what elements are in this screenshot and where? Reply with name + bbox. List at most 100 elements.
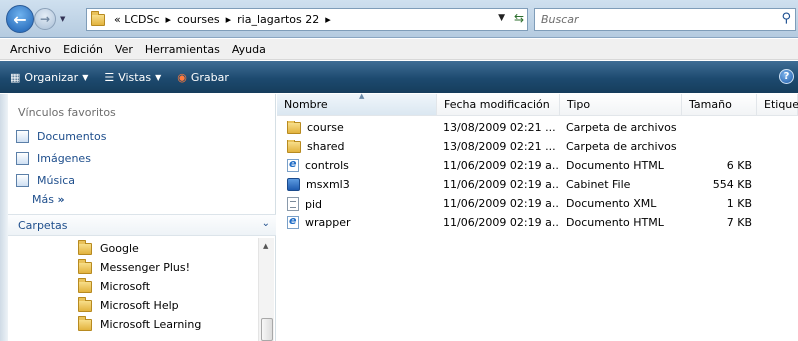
- folders-header[interactable]: Carpetas ⌄: [8, 214, 276, 236]
- column-header-type[interactable]: Tipo: [560, 94, 682, 116]
- file-row[interactable]: pid 11/06/2009 02:19 a... Documento XML …: [277, 195, 798, 214]
- scroll-up-icon[interactable]: ▲: [263, 242, 268, 250]
- folder-icon: [78, 277, 92, 293]
- cabinet-file-icon: [287, 178, 300, 191]
- favorite-label: Imágenes: [37, 152, 91, 165]
- command-bar: ▦ Organizar ▼ ☰ Vistas ▼ ◉ Grabar ?: [0, 61, 798, 93]
- music-icon: [16, 174, 29, 187]
- file-type: Documento HTML: [566, 159, 664, 172]
- column-header-tags[interactable]: Etique: [757, 94, 798, 116]
- forward-button[interactable]: →: [34, 8, 56, 30]
- favorite-link-imagenes[interactable]: Imágenes: [16, 152, 91, 165]
- menu-herramientas[interactable]: Herramientas: [139, 43, 226, 56]
- html-file-icon: [287, 159, 299, 172]
- double-chevron-right-icon: »: [57, 193, 65, 206]
- folder-icon: [287, 121, 301, 134]
- html-file-icon: [287, 216, 299, 229]
- help-icon: ?: [783, 71, 790, 82]
- more-link[interactable]: Más »: [32, 193, 65, 206]
- column-header-size[interactable]: Tamaño: [682, 94, 757, 116]
- file-size: 6 KB: [726, 159, 752, 172]
- file-row[interactable]: msxml3 11/06/2009 02:19 a... Cabinet Fil…: [277, 176, 798, 195]
- address-box[interactable]: « LCDSc ▸ courses ▸ ria_lagartos 22 ▸ ▼ …: [86, 8, 528, 31]
- file-row[interactable]: shared 13/08/2009 02:21 ... Carpeta de a…: [277, 138, 798, 157]
- favorite-link-documentos[interactable]: Documentos: [16, 130, 106, 143]
- folder-icon: [78, 239, 92, 255]
- file-name: shared: [307, 140, 345, 153]
- chevron-down-icon[interactable]: ⌄: [262, 218, 270, 229]
- recent-pages-dropdown[interactable]: ▼: [60, 15, 68, 25]
- arrow-left-icon: ←: [13, 9, 27, 29]
- column-label: Etique: [764, 98, 798, 111]
- tree-item-label: Google: [100, 242, 139, 255]
- tree-scrollbar[interactable]: ▲: [258, 238, 274, 341]
- chevron-right-icon[interactable]: ▸: [166, 13, 172, 26]
- favorite-label: Documentos: [37, 130, 107, 143]
- file-type: Cabinet File: [566, 178, 631, 191]
- file-name: pid: [305, 197, 323, 211]
- file-type: Documento HTML: [566, 216, 664, 229]
- pictures-icon: [16, 152, 29, 165]
- file-name: wrapper: [305, 216, 351, 229]
- tree-item[interactable]: Microsoft Learning: [78, 315, 201, 331]
- views-button[interactable]: ☰ Vistas ▼: [104, 71, 161, 84]
- navigation-pane: Vínculos favoritos Documentos Imágenes M…: [8, 94, 276, 341]
- documents-icon: [16, 130, 29, 143]
- menu-bar: Archivo Edición Ver Herramientas Ayuda: [0, 39, 798, 60]
- scrollbar-thumb[interactable]: [261, 318, 273, 341]
- menu-archivo[interactable]: Archivo: [4, 43, 57, 56]
- folder-icon: [78, 258, 92, 274]
- tree-item[interactable]: Microsoft: [78, 277, 151, 293]
- organize-button[interactable]: ▦ Organizar ▼: [10, 71, 88, 84]
- column-label: Tamaño: [689, 98, 732, 111]
- chevron-down-icon: ▼: [82, 72, 89, 82]
- tree-item[interactable]: Google: [78, 239, 139, 255]
- breadcrumb-item[interactable]: courses: [177, 13, 220, 26]
- file-size: 554 KB: [712, 178, 752, 191]
- help-button[interactable]: ?: [779, 69, 794, 84]
- address-dropdown-icon[interactable]: ▼: [498, 13, 505, 23]
- search-icon[interactable]: ⚲: [781, 11, 791, 26]
- breadcrumb-item[interactable]: « LCDSc: [114, 13, 160, 26]
- menu-ayuda[interactable]: Ayuda: [226, 43, 272, 56]
- tree-item-label: Microsoft: [100, 280, 151, 293]
- breadcrumb: « LCDSc ▸ courses ▸ ria_lagartos 22 ▸: [111, 13, 334, 26]
- tree-item[interactable]: Microsoft Help: [78, 296, 179, 312]
- views-label: Vistas: [118, 70, 152, 84]
- views-icon: ☰: [104, 70, 115, 84]
- more-label: Más: [32, 193, 54, 206]
- window-frame-edge: [0, 94, 8, 341]
- column-label: Tipo: [567, 98, 591, 111]
- file-date: 13/08/2009 02:21 ...: [443, 140, 556, 153]
- tree-item-label: Microsoft Help: [100, 299, 179, 312]
- chevron-right-icon[interactable]: ▸: [226, 13, 232, 26]
- favorites-title: Vínculos favoritos: [18, 106, 116, 119]
- arrow-right-icon: →: [39, 12, 51, 26]
- file-name: controls: [305, 159, 349, 172]
- column-header-name[interactable]: ▲ Nombre: [277, 92, 437, 116]
- favorite-link-musica[interactable]: Música: [16, 174, 75, 187]
- menu-edicion[interactable]: Edición: [57, 43, 109, 56]
- folder-icon: [78, 296, 92, 312]
- file-name: course: [307, 121, 344, 134]
- xml-file-icon: [287, 197, 299, 211]
- breadcrumb-item[interactable]: ria_lagartos 22: [237, 13, 319, 26]
- back-button[interactable]: ←: [6, 5, 34, 33]
- column-header-date[interactable]: Fecha modificación: [437, 94, 560, 116]
- file-row[interactable]: controls 11/06/2009 02:19 a... Documento…: [277, 157, 798, 176]
- organize-label: Organizar: [24, 70, 79, 84]
- file-row[interactable]: wrapper 11/06/2009 02:19 a... Documento …: [277, 214, 798, 233]
- refresh-icon[interactable]: ⇆: [514, 11, 524, 25]
- file-date: 13/08/2009 02:21 ...: [443, 121, 556, 134]
- file-row[interactable]: course 13/08/2009 02:21 ... Carpeta de a…: [277, 119, 798, 138]
- chevron-down-icon: ▼: [155, 72, 162, 82]
- file-type: Documento XML: [566, 197, 657, 210]
- sort-ascending-icon: ▲: [359, 92, 365, 100]
- folders-title: Carpetas: [18, 219, 68, 232]
- search-input[interactable]: Buscar ⚲: [534, 8, 796, 31]
- burn-label: Grabar: [190, 70, 229, 84]
- burn-button[interactable]: ◉ Grabar: [177, 71, 229, 84]
- menu-ver[interactable]: Ver: [109, 43, 139, 56]
- tree-item[interactable]: Messenger Plus!: [78, 258, 190, 274]
- chevron-right-icon[interactable]: ▸: [325, 13, 331, 26]
